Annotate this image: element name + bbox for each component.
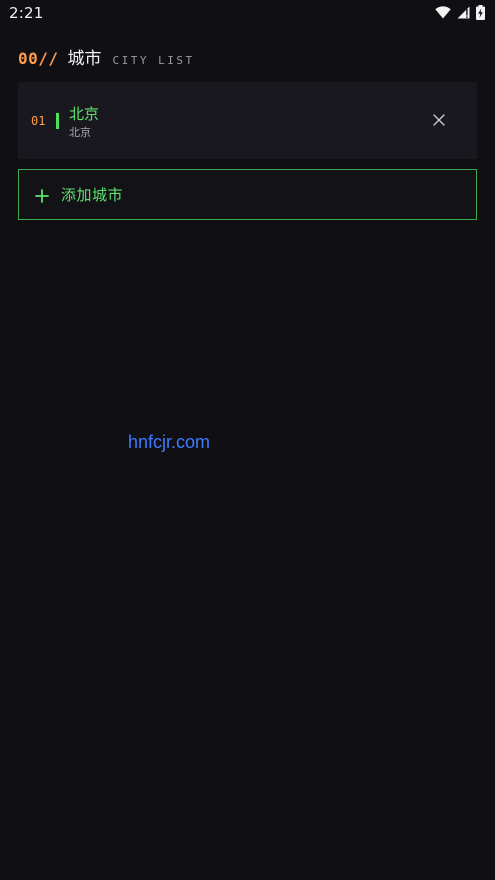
battery-charging-icon bbox=[476, 5, 485, 20]
status-time: 2:21 bbox=[9, 4, 44, 22]
page-subtitle: CITY LIST bbox=[112, 54, 195, 67]
page-title: 城市 bbox=[67, 49, 102, 69]
city-name: 北京 bbox=[69, 105, 100, 123]
close-icon bbox=[433, 111, 445, 130]
add-city-button[interactable]: 添加城市 bbox=[18, 169, 477, 220]
status-bar: 2:21 bbox=[0, 0, 495, 26]
city-subtitle: 北京 bbox=[69, 126, 91, 139]
add-city-label: 添加城市 bbox=[61, 186, 124, 204]
city-list-item[interactable]: 01 北京 北京 bbox=[18, 82, 477, 159]
city-index: 01 bbox=[31, 114, 46, 128]
remove-city-button[interactable] bbox=[429, 110, 449, 130]
plus-icon bbox=[35, 188, 49, 203]
city-list-screen: 2:21 00// 城市 CITY LIST 01 北京 北京 添加城市 hnf… bbox=[0, 0, 495, 880]
header-index: 00// bbox=[18, 49, 59, 68]
wifi-icon bbox=[435, 6, 451, 19]
status-icons bbox=[435, 5, 485, 20]
watermark-text: hnfcjr.com bbox=[128, 432, 211, 452]
page-header: 00// 城市 CITY LIST bbox=[18, 44, 195, 69]
signal-icon bbox=[457, 6, 470, 19]
city-marker bbox=[56, 113, 59, 129]
